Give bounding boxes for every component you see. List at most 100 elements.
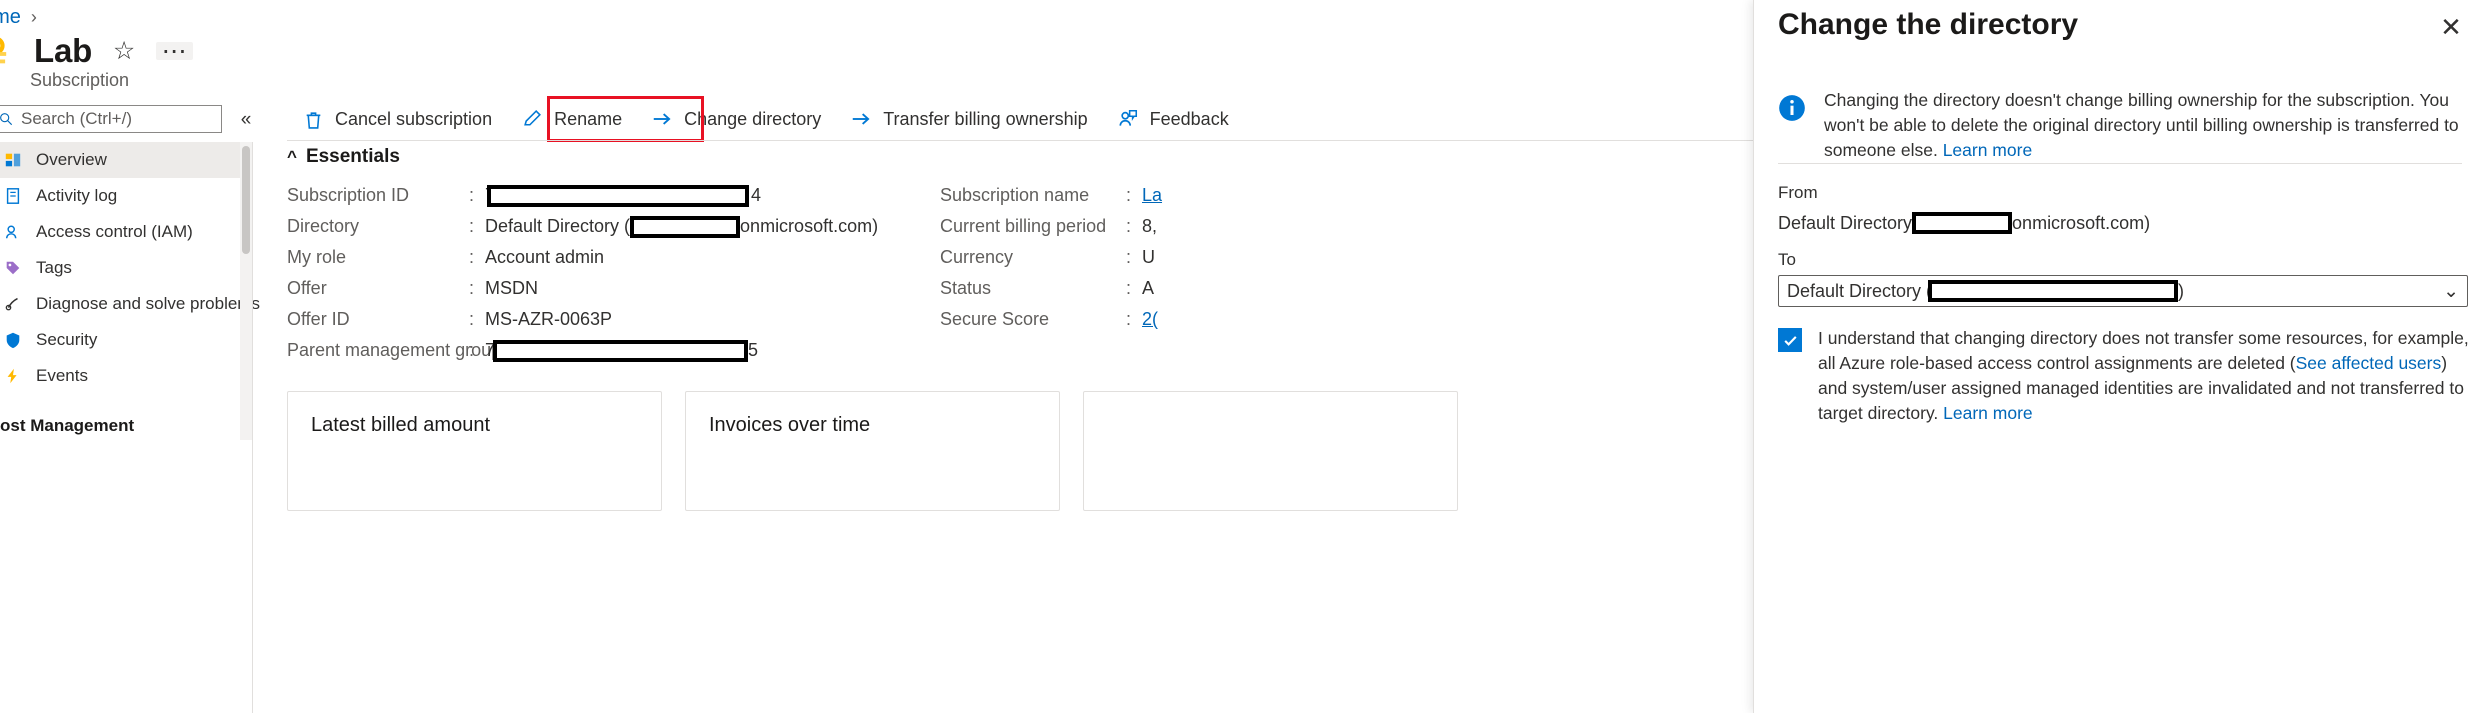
change-directory-label: Change directory [684,108,822,129]
sidebar-divider [252,142,253,713]
essentials-section-header[interactable]: ^ Essentials [287,146,400,168]
trash-icon [301,107,325,131]
essentials-value: U [1142,247,1155,267]
to-suffix: ) [2178,280,2185,301]
sidebar-item-security[interactable]: Security [0,322,240,358]
essentials-value: Default Directory ( onmicrosoft.com) [485,215,878,238]
transfer-billing-ownership-button[interactable]: Transfer billing ownership [835,101,1101,137]
more-options-ellipsis-icon[interactable]: ⋯ [155,33,193,69]
sidebar-item-activity-log[interactable]: Activity log [0,178,240,214]
chevron-down-icon[interactable]: ⌄ [2439,280,2459,303]
portal-main-area: ome › Lab ☆ ⋯ Subscription [0,0,1753,713]
change-directory-button[interactable]: Change directory [636,101,835,137]
essentials-row: Directory : Default Directory ( onmicros… [287,211,927,242]
subscription-name-link[interactable]: La [1142,185,1162,206]
essentials-row: Offer : MSDN [287,273,927,304]
sidebar-group-cost-management: ost Management [0,416,135,435]
azure-portal-screen: ome › Lab ☆ ⋯ Subscription [0,0,2484,713]
change-directory-panel: Change the directory ✕ Changing the dire… [1753,0,2484,713]
essentials-key: Status [940,278,992,298]
invoices-over-time-title: Invoices over time [709,414,871,436]
essentials-colon: : [1126,309,1132,329]
essentials-value: MS-AZR-0063P [485,309,613,329]
essentials-row: Currency : U [940,242,1750,273]
sidebar-item-label: Overview [36,150,107,169]
consent-row[interactable]: I understand that changing directory doe… [1778,326,2472,426]
invoices-over-time-card[interactable] [685,391,1060,511]
see-affected-users-link[interactable]: See affected users [2296,353,2442,373]
essentials-value: 7 4 [485,184,762,207]
essentials-colon: : [469,216,475,236]
rename-button[interactable]: Rename [506,101,636,137]
essentials-colon: : [469,185,475,205]
favorite-star-icon[interactable]: ☆ [106,33,142,69]
essentials-value: A [1142,278,1155,298]
essentials-value: Account admin [485,247,605,267]
essentials-key: My role [287,247,347,267]
close-icon[interactable]: ✕ [2434,10,2468,44]
command-toolbar: Cancel subscription Rename Change direct… [287,100,1243,138]
parent-mg-suffix: 5 [748,340,759,360]
essentials-colon: : [1126,216,1132,236]
panel-divider [1778,163,2462,164]
third-card[interactable] [1083,391,1458,511]
essentials-colon: : [1126,247,1132,267]
diagnose-icon [2,294,24,314]
to-prefix: Default Directory ( [1787,280,1933,301]
feedback-button[interactable]: Feedback [1102,101,1243,137]
subscription-id-suffix: 4 [751,185,762,205]
transfer-billing-ownership-label: Transfer billing ownership [883,108,1088,129]
sidebar-item-tags[interactable]: Tags [0,250,240,286]
target-directory-select[interactable]: Default Directory ( ) ⌄ [1778,275,2468,307]
essentials-row: Secure Score : 2( [940,304,1750,335]
essentials-heading: Essentials [305,146,400,167]
essentials-row: Current billing period : 8, [940,211,1750,242]
page-title: Lab [34,32,93,69]
pencil-icon [520,107,544,131]
essentials-colon: : [1126,185,1132,205]
essentials-key: Subscription name [940,185,1090,205]
redaction-box [1928,280,2179,302]
from-value: Default Directory onmicrosoft.com) [1778,212,2150,234]
sidebar-item-diagnose[interactable]: Diagnose and solve problems [0,286,260,322]
cancel-subscription-button[interactable]: Cancel subscription [287,101,506,137]
essentials-row: My role : Account admin [287,242,927,273]
essentials-row: Parent management group : 7 5 [287,335,927,366]
page-subtitle: Subscription [30,70,130,90]
essentials-value: 7 5 [485,339,759,362]
essentials-key: Directory [287,216,360,236]
latest-billed-amount-card[interactable] [287,391,662,511]
essentials-row: Status : A [940,273,1750,304]
essentials-right-column: Subscription name : La Current billing p… [940,180,1750,335]
sidebar-item-label: Diagnose and solve problems [36,294,260,313]
essentials-value: 8, [1142,216,1158,236]
essentials-key: Subscription ID [287,185,410,205]
essentials-colon: : [469,278,475,298]
shield-icon [2,330,24,350]
learn-more-link[interactable]: Learn more [1943,140,2033,160]
breadcrumb-home-link[interactable]: ome [0,6,21,29]
essentials-colon: : [469,247,475,267]
collapse-menu-icon[interactable]: « [233,107,259,133]
directory-prefix: Default Directory ( [485,216,631,236]
consent-learn-more-link[interactable]: Learn more [1943,403,2033,423]
essentials-colon: : [469,340,475,360]
events-icon [2,366,24,386]
sidebar-item-access-control[interactable]: Access control (IAM) [0,214,240,250]
consent-checkbox[interactable] [1778,328,1802,352]
sidebar-item-events[interactable]: Events [0,358,240,394]
consent-text: I understand that changing directory doe… [1818,326,2472,426]
target-directory-value: Default Directory ( ) [1787,280,2439,302]
essentials-row: Offer ID : MS-AZR-0063P [287,304,927,335]
search-placeholder: Search (Ctrl+/) [21,109,132,128]
search-icon [0,113,13,126]
essentials-key: Parent management group [287,340,502,360]
sidebar-item-overview[interactable]: Overview [0,142,240,178]
search-input[interactable]: Search (Ctrl+/) [0,105,222,133]
secure-score-link[interactable]: 2( [1142,309,1158,330]
essentials-row: Subscription ID : 7 4 [287,180,927,211]
sidebar-item-label: Tags [36,258,72,277]
sidebar-scrollbar-thumb[interactable] [242,146,250,254]
arrow-right-icon [849,107,873,131]
feedback-label: Feedback [1149,108,1229,129]
